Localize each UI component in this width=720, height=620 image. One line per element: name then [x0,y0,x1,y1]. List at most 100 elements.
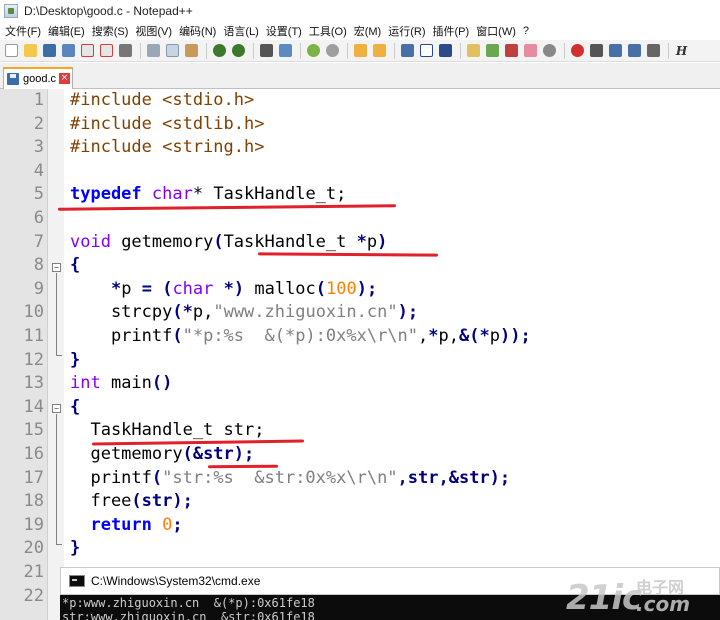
redo-icon[interactable] [230,42,247,59]
code-line: 8 { [0,254,720,278]
menu-language[interactable]: 语言(L) [221,23,263,39]
zoom-in-icon[interactable] [305,42,322,59]
cmd-title: C:\Windows\System32\cmd.exe [91,574,261,588]
menu-file[interactable]: 文件(F) [3,23,46,39]
line-number: 14 [23,396,44,417]
record-macro-icon[interactable] [569,42,586,59]
window-title: D:\Desktop\good.c - Notepad++ [24,4,193,18]
line-number: 18 [23,491,44,512]
line-number: 2 [33,113,44,134]
line-number: 12 [23,349,44,370]
paste-icon[interactable] [183,42,200,59]
cut-icon[interactable] [145,42,162,59]
code-line: 15 TaskHandle_t str; [0,419,720,443]
sync-horizontal-icon[interactable] [371,42,388,59]
replace-icon[interactable] [277,42,294,59]
code-text: *p = (char *) malloc(100); [110,278,378,299]
code-text: #include <stdio.h> [70,90,255,110]
menu-view[interactable]: 视图(V) [133,23,177,39]
indent-guide-icon[interactable] [437,42,454,59]
code-editor[interactable]: − − 1 #include <stdio.h> 2 #include <std… [0,89,720,620]
line-number: 4 [33,160,44,181]
menu-settings[interactable]: 设置(T) [264,23,307,39]
monitoring-icon[interactable] [541,42,558,59]
menu-edit[interactable]: 编辑(E) [46,23,90,39]
close-icon[interactable] [79,42,96,59]
line-number: 16 [23,444,44,464]
code-text: typedef char* TaskHandle_t; [70,184,347,205]
undo-icon[interactable] [211,42,228,59]
line-number: 3 [33,137,44,158]
toolbar-separator [347,42,348,59]
toolbar-separator [300,42,301,59]
line-number: 20 [23,538,44,559]
save-all-icon[interactable] [60,42,77,59]
folder-workspace-icon[interactable] [522,42,539,59]
toolbar-separator [253,42,254,59]
line-number: 10 [23,302,44,323]
code-text: free(str); [70,491,193,512]
run-macro-multiple-icon[interactable] [626,42,643,59]
menu-search[interactable]: 搜索(S) [90,23,134,39]
tab-close-icon[interactable]: × [59,73,70,84]
line-number: 5 [33,184,44,205]
code-line: 20 } [0,537,720,561]
code-text: { [70,255,81,276]
open-file-icon[interactable] [22,42,39,59]
toolbar-separator [564,42,565,59]
code-text: return 0; [70,514,183,535]
menu-window[interactable]: 窗口(W) [474,23,521,39]
print-icon[interactable] [117,42,134,59]
user-lang-icon[interactable] [465,42,482,59]
code-line: 13 int main() [0,372,720,396]
code-text: TaskHandle_t str; [70,420,265,441]
line-number: 13 [23,373,44,394]
toolbar: H [0,40,720,62]
code-line: 7 void getmemory(TaskHandle_t *p) [0,231,720,255]
code-line: 9 *p = (char *) malloc(100); [0,278,720,302]
watermark-text: .com [636,592,691,616]
code-line: 2 #include <stdlib.h> [0,113,720,137]
code-line: 5 typedef char* TaskHandle_t; [0,183,720,207]
save-macro-icon[interactable] [645,42,662,59]
code-line: 1 #include <stdio.h> [0,89,720,113]
menu-tools[interactable]: 工具(O) [307,23,352,39]
function-list-icon[interactable] [503,42,520,59]
toolbar-separator [140,42,141,59]
code-line: 14 { [0,396,720,420]
play-macro-icon[interactable] [607,42,624,59]
code-text: } [70,349,81,370]
code-line: 16 getmemory(&str); [0,443,720,467]
tab-good-c[interactable]: good.c × [3,67,73,89]
menu-plugins[interactable]: 插件(P) [431,23,475,39]
stop-macro-icon[interactable] [588,42,605,59]
saved-file-icon [7,73,19,85]
toolbar-separator [668,42,669,59]
doc-map-icon[interactable] [484,42,501,59]
cmd-icon [69,575,85,587]
line-number: 21 [23,562,44,582]
save-icon[interactable] [41,42,58,59]
code-line: 11 printf("*p:%s &(*p):0x%x\r\n",*p,&(*p… [0,325,720,349]
sync-vertical-icon[interactable] [352,42,369,59]
word-wrap-icon[interactable] [399,42,416,59]
menu-help[interactable]: ? [521,25,534,37]
menu-run[interactable]: 运行(R) [386,23,430,39]
code-line: 4 [0,160,720,184]
code-line: 12 } [0,349,720,373]
toolbar-separator [460,42,461,59]
h-icon[interactable]: H [673,42,690,59]
line-number: 7 [33,231,44,252]
cmd-output-line: str:www.zhiguoxin.cn &str:0x61fe18 [62,610,315,620]
zoom-out-icon[interactable] [324,42,341,59]
menu-encoding[interactable]: 编码(N) [177,23,221,39]
code-line: 18 free(str); [0,490,720,514]
show-all-chars-icon[interactable] [418,42,435,59]
code-text: #include <string.h> [70,137,265,158]
copy-icon[interactable] [164,42,181,59]
line-number: 19 [23,514,44,535]
find-icon[interactable] [258,42,275,59]
new-file-icon[interactable] [3,42,20,59]
close-all-icon[interactable] [98,42,115,59]
menu-macro[interactable]: 宏(M) [352,23,387,39]
